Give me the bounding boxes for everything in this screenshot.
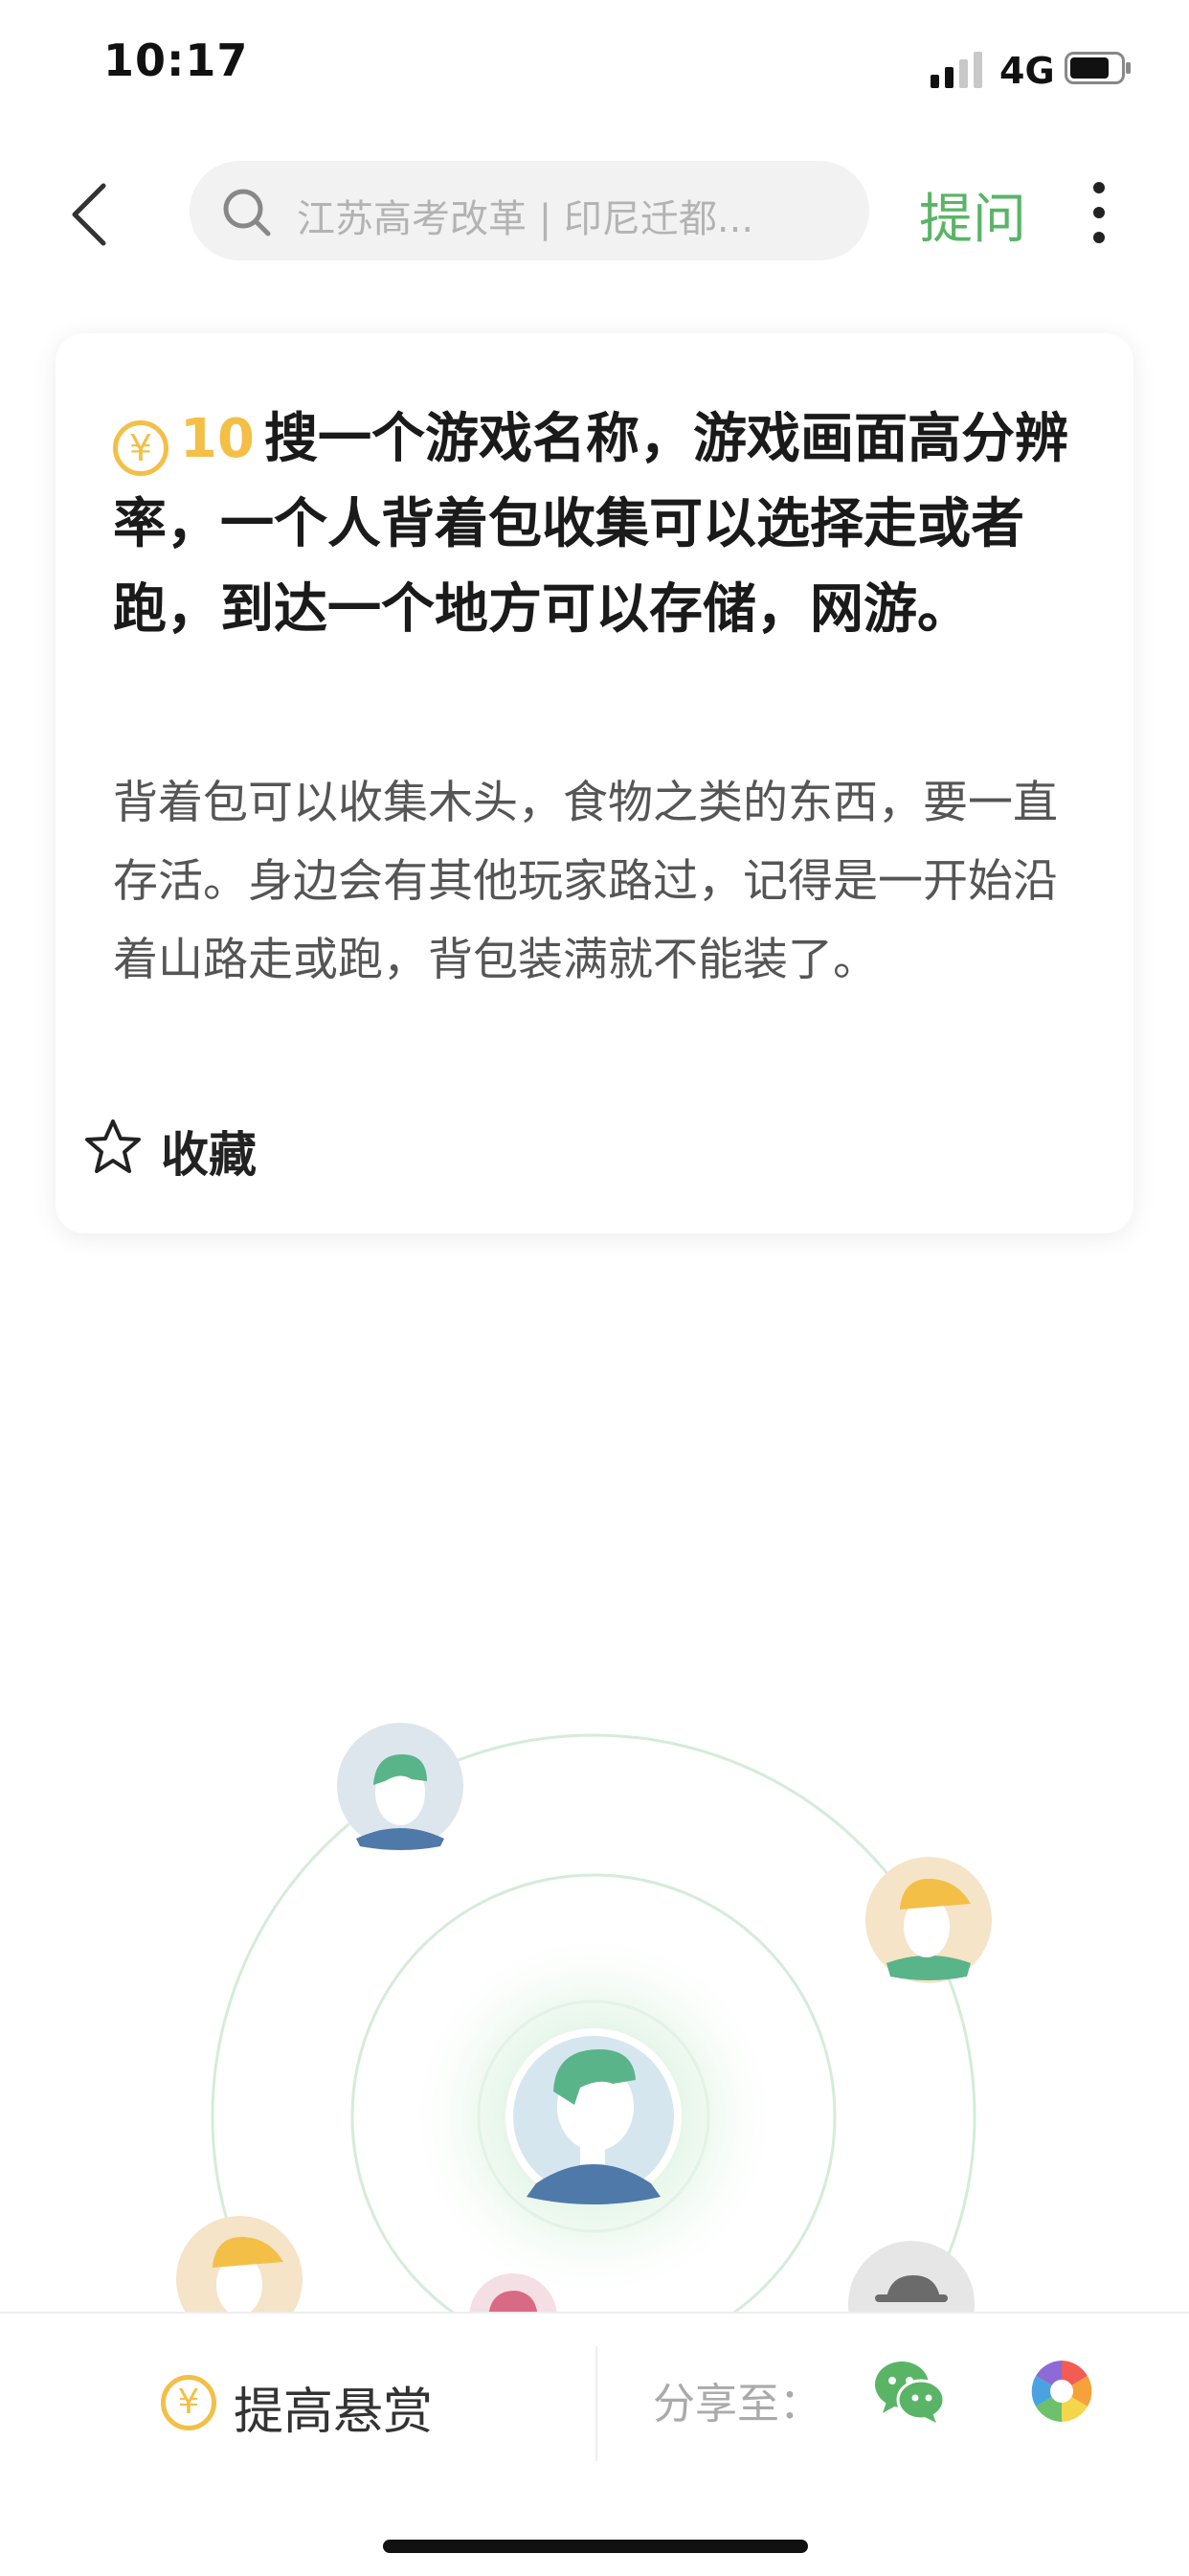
status-time: 10:17 <box>103 34 249 86</box>
nav-bar: 江苏高考改革 | 印尼迁都... 提问 <box>0 153 1189 268</box>
home-indicator <box>383 2540 808 2553</box>
wechat-share-icon[interactable] <box>873 2358 946 2425</box>
center-avatar <box>505 2028 682 2204</box>
bottom-divider <box>595 2346 597 2461</box>
signal-icon <box>931 52 982 88</box>
search-input[interactable]: 江苏高考改革 | 印尼迁都... <box>190 161 869 260</box>
back-icon[interactable] <box>63 176 121 253</box>
user-avatar-bottom-right <box>848 2241 975 2317</box>
question-title: ¥10 搜一个游戏名称，游戏画面高分辨率，一个人背着包收集可以选择走或者跑，到达一… <box>113 396 1080 652</box>
status-bar: 10:17 4G <box>0 0 1189 134</box>
bottom-action-bar: ¥ 提高悬赏 分享至： <box>0 2312 1189 2576</box>
bounty-amount: 10 <box>180 408 255 470</box>
favorite-label: 收藏 <box>161 1127 257 1183</box>
coin-icon: ¥ <box>161 2375 216 2430</box>
user-avatar-top-left <box>337 1723 463 1850</box>
ask-button[interactable]: 提问 <box>919 176 1026 254</box>
star-icon <box>85 1119 141 1173</box>
search-placeholder: 江苏高考改革 | 印尼迁都... <box>297 197 754 241</box>
coin-icon: ¥ <box>113 420 168 476</box>
battery-icon <box>1065 52 1131 84</box>
more-options-icon[interactable] <box>1089 182 1109 243</box>
search-icon <box>223 189 271 237</box>
share-label: 分享至： <box>653 2380 821 2429</box>
user-avatar-right <box>865 1857 992 1983</box>
users-radar-illustration <box>176 1723 992 2317</box>
raise-reward-label: 提高悬赏 <box>234 2384 434 2441</box>
network-type: 4G <box>999 50 1055 92</box>
question-card: ¥10 搜一个游戏名称，游戏画面高分辨率，一个人背着包收集可以选择走或者跑，到达一… <box>56 333 1133 1233</box>
user-avatar-bottom-left <box>176 2216 303 2317</box>
moments-share-icon[interactable] <box>1028 2358 1095 2425</box>
question-description: 背着包可以收集木头，食物之类的东西，要一直存活。身边会有其他玩家路过，记得是一开… <box>113 777 1058 986</box>
question-title-text: 搜一个游戏名称，游戏画面高分辨率，一个人背着包收集可以选择走或者跑，到达一个地方… <box>113 408 1068 641</box>
